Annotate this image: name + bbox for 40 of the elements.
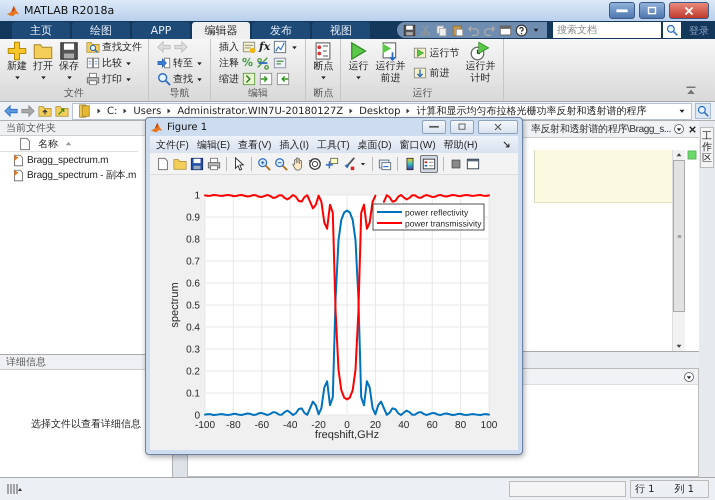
group-label: 断点 — [306, 87, 340, 100]
x-tick-label: -40 — [282, 420, 298, 431]
column-title: 名称 — [38, 138, 58, 150]
legend-label: power transmissivity — [405, 218, 482, 228]
y-tick-label: 0.8 — [186, 234, 200, 246]
x-tick-label: 80 — [455, 420, 466, 431]
y-tick-label: 0 — [194, 410, 200, 422]
details-message: 选择文件以查看详细信息 — [31, 418, 141, 430]
group-label: 运行 — [341, 87, 504, 100]
x-tick-label: -20 — [311, 420, 326, 431]
x-tick-label: 100 — [480, 420, 498, 431]
y-tick-label: 0.4 — [186, 322, 200, 334]
y-tick-label: 0.1 — [186, 388, 200, 400]
x-tick-label: 20 — [370, 420, 381, 431]
group-label: 文件 — [0, 87, 148, 100]
x-tick-label: 60 — [426, 420, 438, 431]
y-tick-label: 0.3 — [186, 344, 200, 356]
window-title: MATLAB R2018a — [24, 4, 114, 17]
panel-title: 详细信息 — [6, 356, 46, 369]
x-axis-label: freqshift,GHz — [314, 429, 380, 441]
y-tick-label: 0.5 — [186, 300, 200, 312]
y-tick-label: 0.2 — [186, 366, 200, 378]
x-tick-label: -100 — [195, 420, 215, 431]
y-tick-label: 0.9 — [186, 212, 200, 224]
editor-title: 率反射和透射谱的程序\Bragg_s... — [531, 122, 671, 136]
group-label: 编辑 — [211, 87, 306, 100]
x-tick-label: 40 — [398, 420, 410, 431]
legend-label: power reflectivity — [405, 208, 470, 218]
group-label: 导航 — [149, 87, 210, 100]
x-tick-label: -60 — [254, 420, 270, 431]
figure-title: Figure 1 — [167, 122, 208, 132]
y-tick-label: 1 — [194, 190, 200, 202]
panel-title: 当前文件夹 — [6, 122, 56, 135]
x-tick-label: -80 — [226, 420, 241, 431]
y-tick-label: 0.6 — [186, 278, 200, 290]
y-axis-label: spectrum — [169, 282, 181, 328]
x-tick-label: 0 — [344, 420, 350, 431]
line-indicator: 行 1 — [634, 483, 654, 496]
column-indicator: 列 1 — [674, 483, 694, 496]
y-tick-label: 0.7 — [186, 256, 200, 268]
